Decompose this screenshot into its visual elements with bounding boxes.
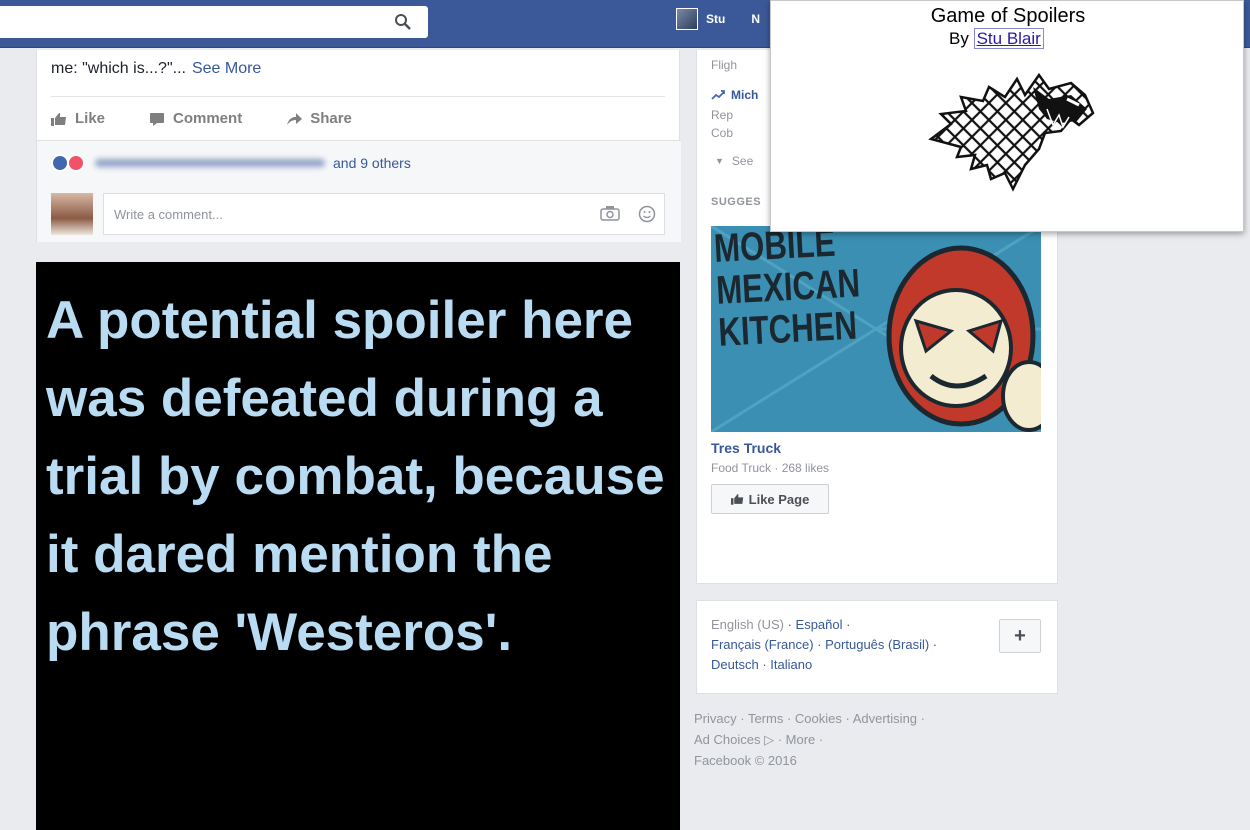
search-input[interactable]: [0, 6, 428, 38]
language-link[interactable]: Italiano: [770, 657, 812, 672]
spoiler-blocked-post: A potential spoiler here was defeated du…: [36, 262, 680, 830]
love-reaction-icon: [67, 153, 85, 172]
reactions-summary[interactable]: and 9 others: [37, 140, 681, 184]
add-language-button[interactable]: +: [999, 619, 1041, 653]
author-link[interactable]: Stu Blair: [973, 28, 1044, 49]
suggested-page-meta: Food Truck · 268 likes: [711, 461, 830, 475]
nav-item-fragment[interactable]: N: [751, 12, 760, 26]
post-snippet: me: "which is...?"... See More: [51, 60, 261, 78]
comment-label: Comment: [173, 110, 243, 127]
suggested-pages-heading: SUGGES: [711, 196, 762, 208]
user-name: Stu: [706, 12, 726, 26]
direwolf-sigil-icon: [928, 72, 1095, 192]
see-more-trending[interactable]: ▼ See: [715, 154, 753, 168]
reactions-count[interactable]: and 9 others: [333, 155, 411, 171]
like-page-button[interactable]: Like Page: [711, 484, 829, 514]
search-button[interactable]: [378, 6, 428, 38]
footer-link[interactable]: Advertising: [853, 711, 917, 726]
trending-desc-2: Cob: [711, 126, 734, 140]
blurred-names: [95, 158, 325, 167]
language-list: English (US) · Español · Français (Franc…: [711, 617, 938, 672]
like-label: Like: [75, 110, 106, 127]
comment-input[interactable]: Write a comment...: [103, 193, 665, 235]
share-label: Share: [310, 110, 352, 127]
language-link[interactable]: Français (France): [711, 637, 814, 652]
copyright: Facebook © 2016: [694, 753, 797, 768]
profile-link[interactable]: Stu N: [676, 8, 760, 30]
post-card: me: "which is...?"... See More Like Comme…: [36, 50, 681, 242]
post-text: me: "which is...?"...: [51, 60, 186, 77]
like-page-label: Like Page: [748, 491, 810, 507]
language-selector-card: English (US) · Español · Français (Franc…: [696, 600, 1058, 694]
footer-link[interactable]: Cookies: [795, 711, 842, 726]
trending-arrow-icon: [711, 90, 725, 100]
see-more-trending-label: See: [731, 154, 754, 168]
comment-icon: [150, 112, 165, 126]
like-button[interactable]: Like: [51, 110, 105, 127]
chevron-down-icon: ▼: [715, 156, 724, 166]
footer-link[interactable]: Terms: [748, 711, 783, 726]
commenter-avatar: [51, 193, 93, 235]
extension-popup: Game of Spoilers By Stu Blair: [770, 0, 1244, 232]
post-actions: Like Comment Share: [51, 96, 665, 140]
share-arrow-icon: [287, 112, 303, 125]
spoiler-message: A potential spoiler here was defeated du…: [46, 291, 665, 662]
ad-image-text: MOBILE MEXICAN KITCHEN: [713, 226, 863, 355]
share-button[interactable]: Share: [286, 110, 352, 127]
emoji-icon[interactable]: [638, 205, 656, 223]
suggested-page-name[interactable]: Tres Truck: [711, 440, 781, 456]
footer-link[interactable]: Privacy: [694, 711, 737, 726]
comment-button[interactable]: Comment: [149, 110, 242, 127]
trending-item-2[interactable]: Mich: [711, 88, 758, 102]
suggested-page-image[interactable]: MOBILE MEXICAN KITCHEN: [711, 226, 1041, 432]
ad-line-3: KITCHEN: [717, 303, 859, 355]
comment-composer: Write a comment...: [37, 184, 681, 242]
popup-byline: By Stu Blair: [949, 28, 1044, 49]
thumbs-up-icon: [730, 494, 743, 505]
trending-desc-1: Rep: [711, 108, 734, 122]
avatar: [676, 8, 698, 30]
search-icon: [395, 14, 411, 30]
by-label: By: [949, 29, 969, 48]
trending-item-1[interactable]: Fligh: [711, 58, 737, 72]
popup-title: Game of Spoilers: [930, 5, 1086, 27]
ad-choices-icon: ▷: [764, 732, 775, 747]
current-language: English (US): [711, 617, 784, 632]
comment-placeholder: Write a comment...: [114, 207, 223, 222]
language-link[interactable]: Português (Brasil): [825, 637, 929, 652]
footer-link[interactable]: More: [786, 732, 816, 747]
language-link[interactable]: Español: [796, 617, 843, 632]
footer-link[interactable]: Ad Choices: [694, 732, 760, 747]
see-more-link[interactable]: See More: [192, 60, 261, 77]
thumbs-up-icon: [51, 112, 66, 126]
trending-title: Mich: [731, 88, 759, 102]
language-link[interactable]: Deutsch: [711, 657, 759, 672]
footer-links: Privacy · Terms · Cookies · Advertising …: [694, 711, 925, 768]
camera-icon[interactable]: [600, 205, 620, 221]
